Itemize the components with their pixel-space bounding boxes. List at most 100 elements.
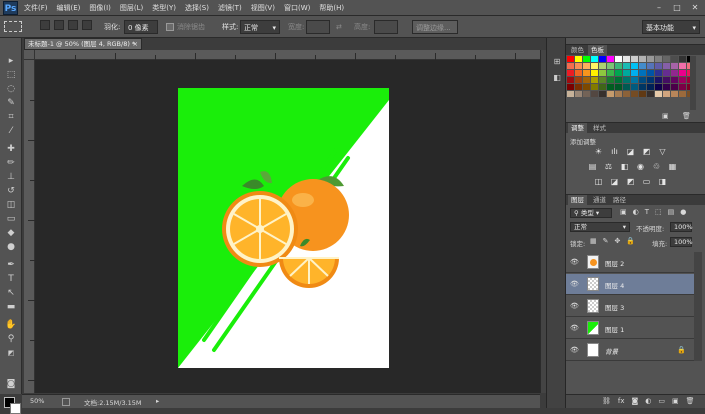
eye-icon[interactable]: 👁 <box>570 280 579 288</box>
color-swatch[interactable] <box>639 70 646 76</box>
fill-input[interactable]: 100% <box>670 237 693 247</box>
history-panel-icon[interactable]: ⊞ <box>551 56 563 67</box>
color-swatch[interactable] <box>655 77 662 83</box>
color-swatch[interactable] <box>567 84 574 90</box>
adjustment-filter-icon[interactable]: ◐ <box>633 208 639 216</box>
background-color-swatch[interactable] <box>10 403 21 414</box>
invert-icon[interactable]: ◫ <box>594 178 603 186</box>
color-balance-icon[interactable]: ⚖ <box>604 163 613 171</box>
color-swatch[interactable] <box>575 70 582 76</box>
color-swatch[interactable] <box>671 91 678 97</box>
default-colors-icon[interactable]: ◩ <box>4 347 18 360</box>
color-swatch[interactable] <box>679 84 686 90</box>
color-swatch[interactable] <box>647 70 654 76</box>
new-layer-icon[interactable]: ▣ <box>672 397 679 405</box>
menu-layer[interactable]: 图层(L) <box>120 3 143 13</box>
blend-mode-select[interactable]: 正常 ▾ <box>570 222 630 232</box>
color-swatch[interactable] <box>655 91 662 97</box>
shape-filter-icon[interactable]: ⬚ <box>655 208 662 216</box>
style-select[interactable]: 正常 ▾ <box>240 20 280 34</box>
height-input[interactable] <box>374 20 398 34</box>
color-swatch[interactable] <box>567 63 574 69</box>
eye-icon[interactable]: 👁 <box>570 324 579 332</box>
workspace-select[interactable]: 基本功能 ▾ <box>642 20 700 34</box>
color-swatch[interactable] <box>599 70 606 76</box>
color-swatch[interactable] <box>663 84 670 90</box>
color-swatch[interactable] <box>583 91 590 97</box>
color-swatch[interactable] <box>679 56 686 62</box>
color-swatch[interactable] <box>615 56 622 62</box>
color-swatch[interactable] <box>575 56 582 62</box>
color-swatch[interactable] <box>583 77 590 83</box>
marquee-tool-icon[interactable] <box>4 21 22 32</box>
type-filter-icon[interactable]: T <box>645 208 649 216</box>
history-brush-icon[interactable]: ↺ <box>4 185 18 198</box>
color-swatch[interactable] <box>615 77 622 83</box>
tab-styles[interactable]: 样式 <box>590 123 609 133</box>
lasso-icon[interactable]: ◌ <box>4 83 18 96</box>
antialias-checkbox[interactable]: 消除锯齿 <box>166 20 205 34</box>
color-swatch[interactable] <box>607 91 614 97</box>
posterize-icon[interactable]: ◪ <box>610 178 619 186</box>
eye-icon[interactable]: 👁 <box>570 258 579 266</box>
intersect-selection-icon[interactable] <box>82 20 92 30</box>
color-swatch[interactable] <box>575 84 582 90</box>
layer-row[interactable]: 👁 图层 1 <box>566 318 694 339</box>
color-swatch[interactable] <box>583 84 590 90</box>
color-swatch[interactable] <box>567 91 574 97</box>
layer-filter-select[interactable]: ⚲ 类型 ▾ <box>570 208 612 218</box>
swap-icon[interactable]: ⇄ <box>336 20 342 34</box>
zoom-icon[interactable]: ⚲ <box>4 333 18 346</box>
color-swatch[interactable] <box>583 63 590 69</box>
color-swatch[interactable] <box>679 77 686 83</box>
menu-filter[interactable]: 滤镜(T) <box>218 3 242 13</box>
color-swatch[interactable] <box>615 84 622 90</box>
color-swatch[interactable] <box>599 91 606 97</box>
color-swatch[interactable] <box>591 63 598 69</box>
color-swatch[interactable] <box>639 63 646 69</box>
color-swatch[interactable] <box>639 56 646 62</box>
color-swatch[interactable] <box>599 63 606 69</box>
smart-filter-icon[interactable]: ▤ <box>668 208 675 216</box>
menu-file[interactable]: 文件(F) <box>24 3 48 13</box>
curves-icon[interactable]: ◪ <box>626 148 635 156</box>
color-swatch[interactable] <box>615 91 622 97</box>
color-swatch[interactable] <box>583 70 590 76</box>
color-swatch[interactable] <box>655 70 662 76</box>
blur-icon[interactable]: ◆ <box>4 227 18 240</box>
swatch-grid[interactable] <box>567 56 694 105</box>
tab-adjustments[interactable]: 调整 <box>568 123 587 133</box>
quick-mask-icon[interactable]: ◙ <box>4 378 18 391</box>
brush-icon[interactable]: ✏ <box>4 157 18 170</box>
lock-position-icon[interactable]: ✥ <box>615 237 621 245</box>
feather-input[interactable]: 0 像素 <box>124 20 158 34</box>
layer-row-selected[interactable]: 👁 图层 4 <box>566 274 694 295</box>
color-swatch[interactable] <box>575 63 582 69</box>
hand-icon[interactable]: ✋ <box>4 319 18 332</box>
color-swatch[interactable] <box>647 56 654 62</box>
shape-icon[interactable]: ▬ <box>4 301 18 314</box>
color-swatch[interactable] <box>567 70 574 76</box>
color-swatch[interactable] <box>591 77 598 83</box>
color-swatch[interactable] <box>575 91 582 97</box>
add-mask-icon[interactable]: ◙ <box>632 397 639 405</box>
color-swatch[interactable] <box>591 56 598 62</box>
menu-window[interactable]: 窗口(W) <box>284 3 310 13</box>
new-selection-icon[interactable] <box>40 20 50 30</box>
color-swatch[interactable] <box>615 63 622 69</box>
minimize-icon[interactable]: – <box>653 2 665 13</box>
color-swatch[interactable] <box>607 70 614 76</box>
zoom-level[interactable]: 50% <box>30 397 44 405</box>
menu-select[interactable]: 选择(S) <box>185 3 209 13</box>
clone-stamp-icon[interactable]: ⊥ <box>4 171 18 184</box>
delete-layer-icon[interactable]: 🗑 <box>686 397 695 405</box>
color-swatch[interactable] <box>663 91 670 97</box>
color-swatch[interactable] <box>623 84 630 90</box>
layer-style-icon[interactable]: fx <box>618 397 625 405</box>
pixel-filter-icon[interactable]: ▣ <box>620 208 627 216</box>
black-white-icon[interactable]: ◧ <box>620 163 629 171</box>
vibrance-icon[interactable]: ▽ <box>658 148 667 156</box>
color-swatch[interactable] <box>671 84 678 90</box>
dodge-icon[interactable]: ● <box>4 241 18 254</box>
color-swatch[interactable] <box>647 63 654 69</box>
